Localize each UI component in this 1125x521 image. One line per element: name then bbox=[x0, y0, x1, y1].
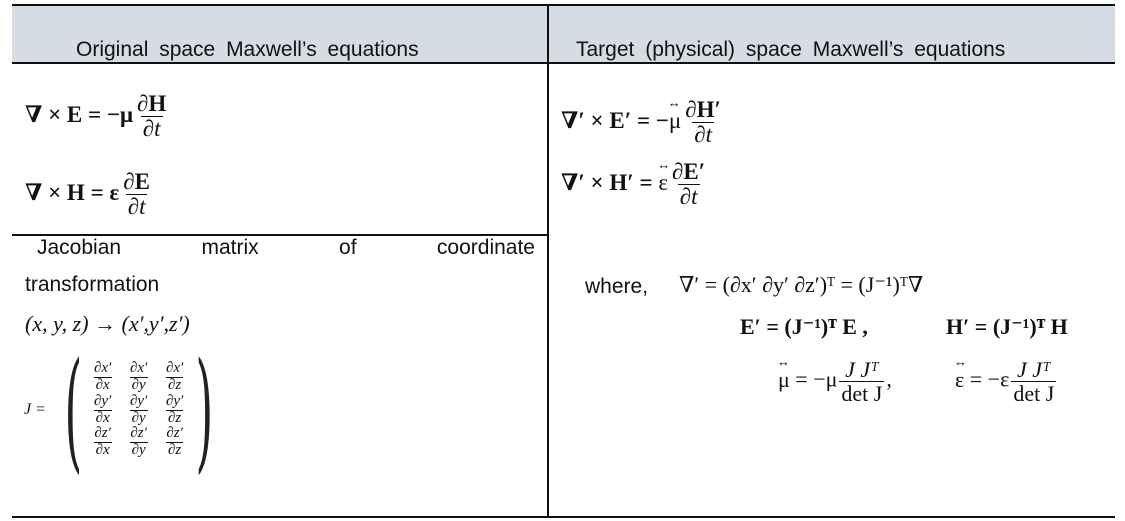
matrix-cell: ∂z′ ∂y bbox=[129, 425, 148, 458]
mu-tensor-definition: ↔ μ = −μ J Jᵀ det J, bbox=[777, 353, 892, 407]
matrix-cell: ∂y′ ∂y bbox=[129, 392, 148, 426]
header-target-space: Target (physical) space Maxwell’s equati… bbox=[576, 38, 1006, 61]
matrix-cell: ∂x′ ∂x bbox=[93, 360, 112, 393]
jacobian-entries: ∂x′ ∂x ∂x′ ∂y ∂x′ ∂z ∂y′ ∂x ∂y′ ∂y ∂y′ ∂z ∂z′ ∂… bbox=[85, 360, 193, 459]
matrix-cell: ∂z′ ∂x bbox=[93, 425, 112, 458]
epsilon-tensor: ↔ ε bbox=[657, 156, 671, 195]
header-original-space: Original space Maxwell’s equations bbox=[76, 38, 419, 61]
ampere-fraction: ∂E ∂t bbox=[123, 169, 150, 220]
jacobian-caption-line2: transformation bbox=[25, 273, 160, 296]
jacobian-matrix: J = ( ∂x′ ∂x ∂x′ ∂y ∂x′ ∂z ∂y′ ∂x ∂y′ ∂y ∂y′ ∂… bbox=[24, 345, 229, 475]
faraday-lhs: ∇ × E = −μ bbox=[25, 101, 134, 127]
coordinate-mapping: (x, y, z) → (x′,y′,z′) bbox=[25, 311, 190, 336]
target-ampere-equation: ∇′ × H′ = ↔ ε ∂E′ ∂t bbox=[561, 156, 706, 210]
column-divider bbox=[547, 4, 549, 518]
where-label: where, bbox=[585, 275, 649, 298]
target-faraday-equation: ∇′ × E′ = − ↔ μ ∂H′ ∂t bbox=[561, 94, 721, 148]
faraday-fraction: ∂H ∂t bbox=[137, 91, 167, 142]
right-paren: ) bbox=[195, 334, 213, 486]
jacobian-symbol: J = bbox=[24, 401, 46, 418]
ampere-lhs: ∇ × H = ε bbox=[25, 179, 120, 205]
table-top-border bbox=[12, 4, 1115, 6]
mu-tensor-fraction: J Jᵀ det J bbox=[839, 357, 885, 407]
nabla-prime-definition: ∇′ = (∂x′ ∂y′ ∂z′)ᵀ = (J⁻¹)ᵀ∇ bbox=[679, 272, 924, 297]
jacobian-caption-line1: Jacobian matrix of coordinate bbox=[37, 236, 535, 259]
e-prime-definition: E′ = (J⁻¹)ᵀ E , bbox=[740, 314, 868, 339]
left-paren: ( bbox=[64, 334, 83, 486]
h-prime-definition: H′ = (J⁻¹)ᵀ H bbox=[946, 314, 1068, 339]
epsilon-tensor-definition: ↔ ε = −ε J Jᵀ det J bbox=[954, 353, 1057, 407]
original-ampere-equation: ∇ × H = ε ∂E ∂t bbox=[25, 169, 154, 220]
table-bottom-border bbox=[12, 516, 1115, 518]
target-ampere-fraction: ∂E′ ∂t bbox=[672, 159, 706, 210]
double-arrow-icon: ↔ bbox=[667, 94, 681, 110]
matrix-cell: ∂y′ ∂z bbox=[165, 392, 184, 426]
matrix-cell: ∂x′ ∂z bbox=[165, 360, 184, 393]
double-arrow-icon: ↔ bbox=[657, 156, 671, 172]
double-arrow-icon: ↔ bbox=[777, 353, 790, 369]
original-faraday-equation: ∇ × E = −μ ∂H ∂t bbox=[25, 91, 170, 142]
mu-tensor: ↔ μ bbox=[667, 94, 682, 133]
matrix-cell: ∂y′ ∂x bbox=[93, 392, 112, 426]
header-bottom-border bbox=[12, 62, 1115, 64]
double-arrow-icon: ↔ bbox=[954, 353, 967, 369]
target-faraday-fraction: ∂H′ ∂t bbox=[685, 97, 721, 148]
matrix-cell: ∂x′ ∂y bbox=[129, 360, 148, 393]
epsilon-tensor-fraction: J Jᵀ det J bbox=[1011, 357, 1057, 407]
matrix-cell: ∂z′ ∂z bbox=[166, 425, 184, 458]
